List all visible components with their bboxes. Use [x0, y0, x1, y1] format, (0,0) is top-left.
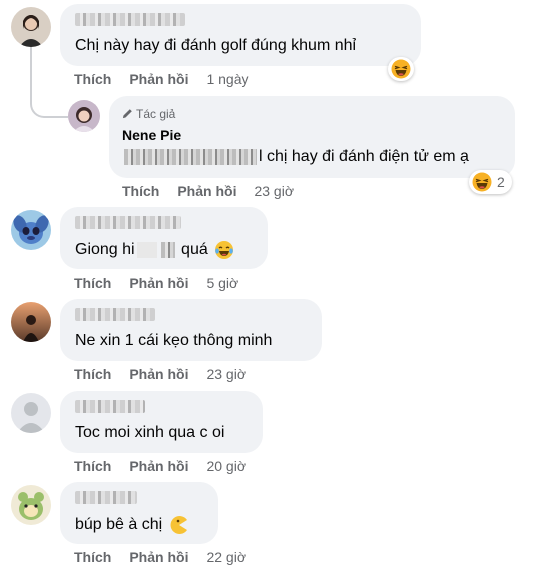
- blurred-author-name[interactable]: [75, 400, 145, 413]
- blurred-author-name[interactable]: [75, 216, 181, 229]
- pacman-emoji-icon: [170, 516, 187, 534]
- timestamp[interactable]: 23 giờ: [206, 366, 246, 382]
- comment-bubble: búp bê à chị: [60, 482, 218, 544]
- comment-text: Giong hi quá: [75, 240, 234, 260]
- blurred-text: [160, 242, 175, 258]
- comment-text-visible: l chị hay đi đánh điện tử em ạ: [259, 148, 469, 165]
- avatar[interactable]: [11, 393, 51, 433]
- author-badge-label: Tác giả: [136, 107, 176, 121]
- comment-bubble: Giong hi quá: [60, 207, 268, 269]
- comment-actions: Thích Phản hồi 22 giờ: [74, 549, 246, 565]
- comment-actions: Thích Phản hồi 5 giờ: [74, 275, 238, 291]
- avatar[interactable]: [11, 302, 51, 342]
- like-button[interactable]: Thích: [74, 366, 111, 382]
- timestamp[interactable]: 22 giờ: [206, 549, 246, 565]
- reaction-count: 2: [497, 174, 505, 190]
- comment-text-part: búp bê à chị: [75, 516, 163, 534]
- blurred-author-name[interactable]: [75, 491, 137, 504]
- comment-bubble: Ne xin 1 cái kẹo thông minh: [60, 299, 322, 361]
- comment-actions: Thích Phản hồi 23 giờ: [74, 366, 246, 382]
- reply-button[interactable]: Phản hồi: [129, 458, 188, 474]
- laughing-tears-emoji-icon: [215, 241, 234, 259]
- comment-thread: Chị này hay đi đánh golf đúng khum nhỉ T…: [0, 0, 543, 568]
- like-button[interactable]: Thích: [74, 458, 111, 474]
- timestamp[interactable]: 20 giờ: [206, 458, 246, 474]
- reply-button[interactable]: Phản hồi: [177, 183, 236, 199]
- comment-actions: Thích Phản hồi 1 ngày: [74, 71, 249, 87]
- comment-text-part: Giong hi: [75, 241, 135, 259]
- like-button[interactable]: Thích: [74, 71, 111, 87]
- comment-text-part: quá: [181, 241, 208, 259]
- comment-bubble: Chị này hay đi đánh golf đúng khum nhỉ: [60, 4, 421, 66]
- reply-button[interactable]: Phản hồi: [129, 366, 188, 382]
- laughing-emoji-icon: [391, 59, 411, 79]
- avatar[interactable]: [11, 7, 51, 47]
- timestamp[interactable]: 1 ngày: [206, 71, 248, 87]
- reply-button[interactable]: Phản hồi: [129, 549, 188, 565]
- blurred-text: [136, 242, 157, 258]
- comment-text: Chị này hay đi đánh golf đúng khum nhỉ: [75, 37, 357, 54]
- laughing-emoji-icon: [472, 172, 492, 192]
- comment-text: búp bê à chị: [75, 515, 189, 535]
- comment-text: l chị hay đi đánh điện tử em ạ: [122, 148, 469, 166]
- comment-text: Ne xin 1 cái kẹo thông minh: [75, 332, 273, 349]
- like-button[interactable]: Thích: [74, 549, 111, 565]
- comment-actions: Thích Phản hồi 23 giờ: [122, 183, 294, 199]
- author-name[interactable]: Nene Pie: [122, 127, 181, 143]
- avatar[interactable]: [11, 485, 51, 525]
- timestamp[interactable]: 23 giờ: [254, 183, 294, 199]
- comment-bubble: Tác giả Nene Pie l chị hay đi đánh điện …: [109, 96, 515, 178]
- reply-button[interactable]: Phản hồi: [129, 275, 188, 291]
- like-button[interactable]: Thích: [74, 275, 111, 291]
- reply-button[interactable]: Phản hồi: [129, 71, 188, 87]
- comment-actions: Thích Phản hồi 20 giờ: [74, 458, 246, 474]
- comment-bubble: Toc moi xinh qua c oi: [60, 391, 263, 453]
- timestamp[interactable]: 5 giờ: [206, 275, 238, 291]
- avatar[interactable]: [68, 100, 100, 132]
- avatar[interactable]: [11, 210, 51, 250]
- like-button[interactable]: Thích: [122, 183, 159, 199]
- blurred-author-name[interactable]: [75, 13, 185, 26]
- blurred-author-name[interactable]: [75, 308, 155, 321]
- author-badge: Tác giả: [122, 107, 175, 121]
- comment-text: Toc moi xinh qua c oi: [75, 424, 225, 441]
- pencil-icon: [122, 109, 132, 119]
- blurred-text: [124, 148, 257, 165]
- reaction-summary[interactable]: 2: [469, 170, 512, 194]
- reaction-summary[interactable]: [388, 57, 414, 81]
